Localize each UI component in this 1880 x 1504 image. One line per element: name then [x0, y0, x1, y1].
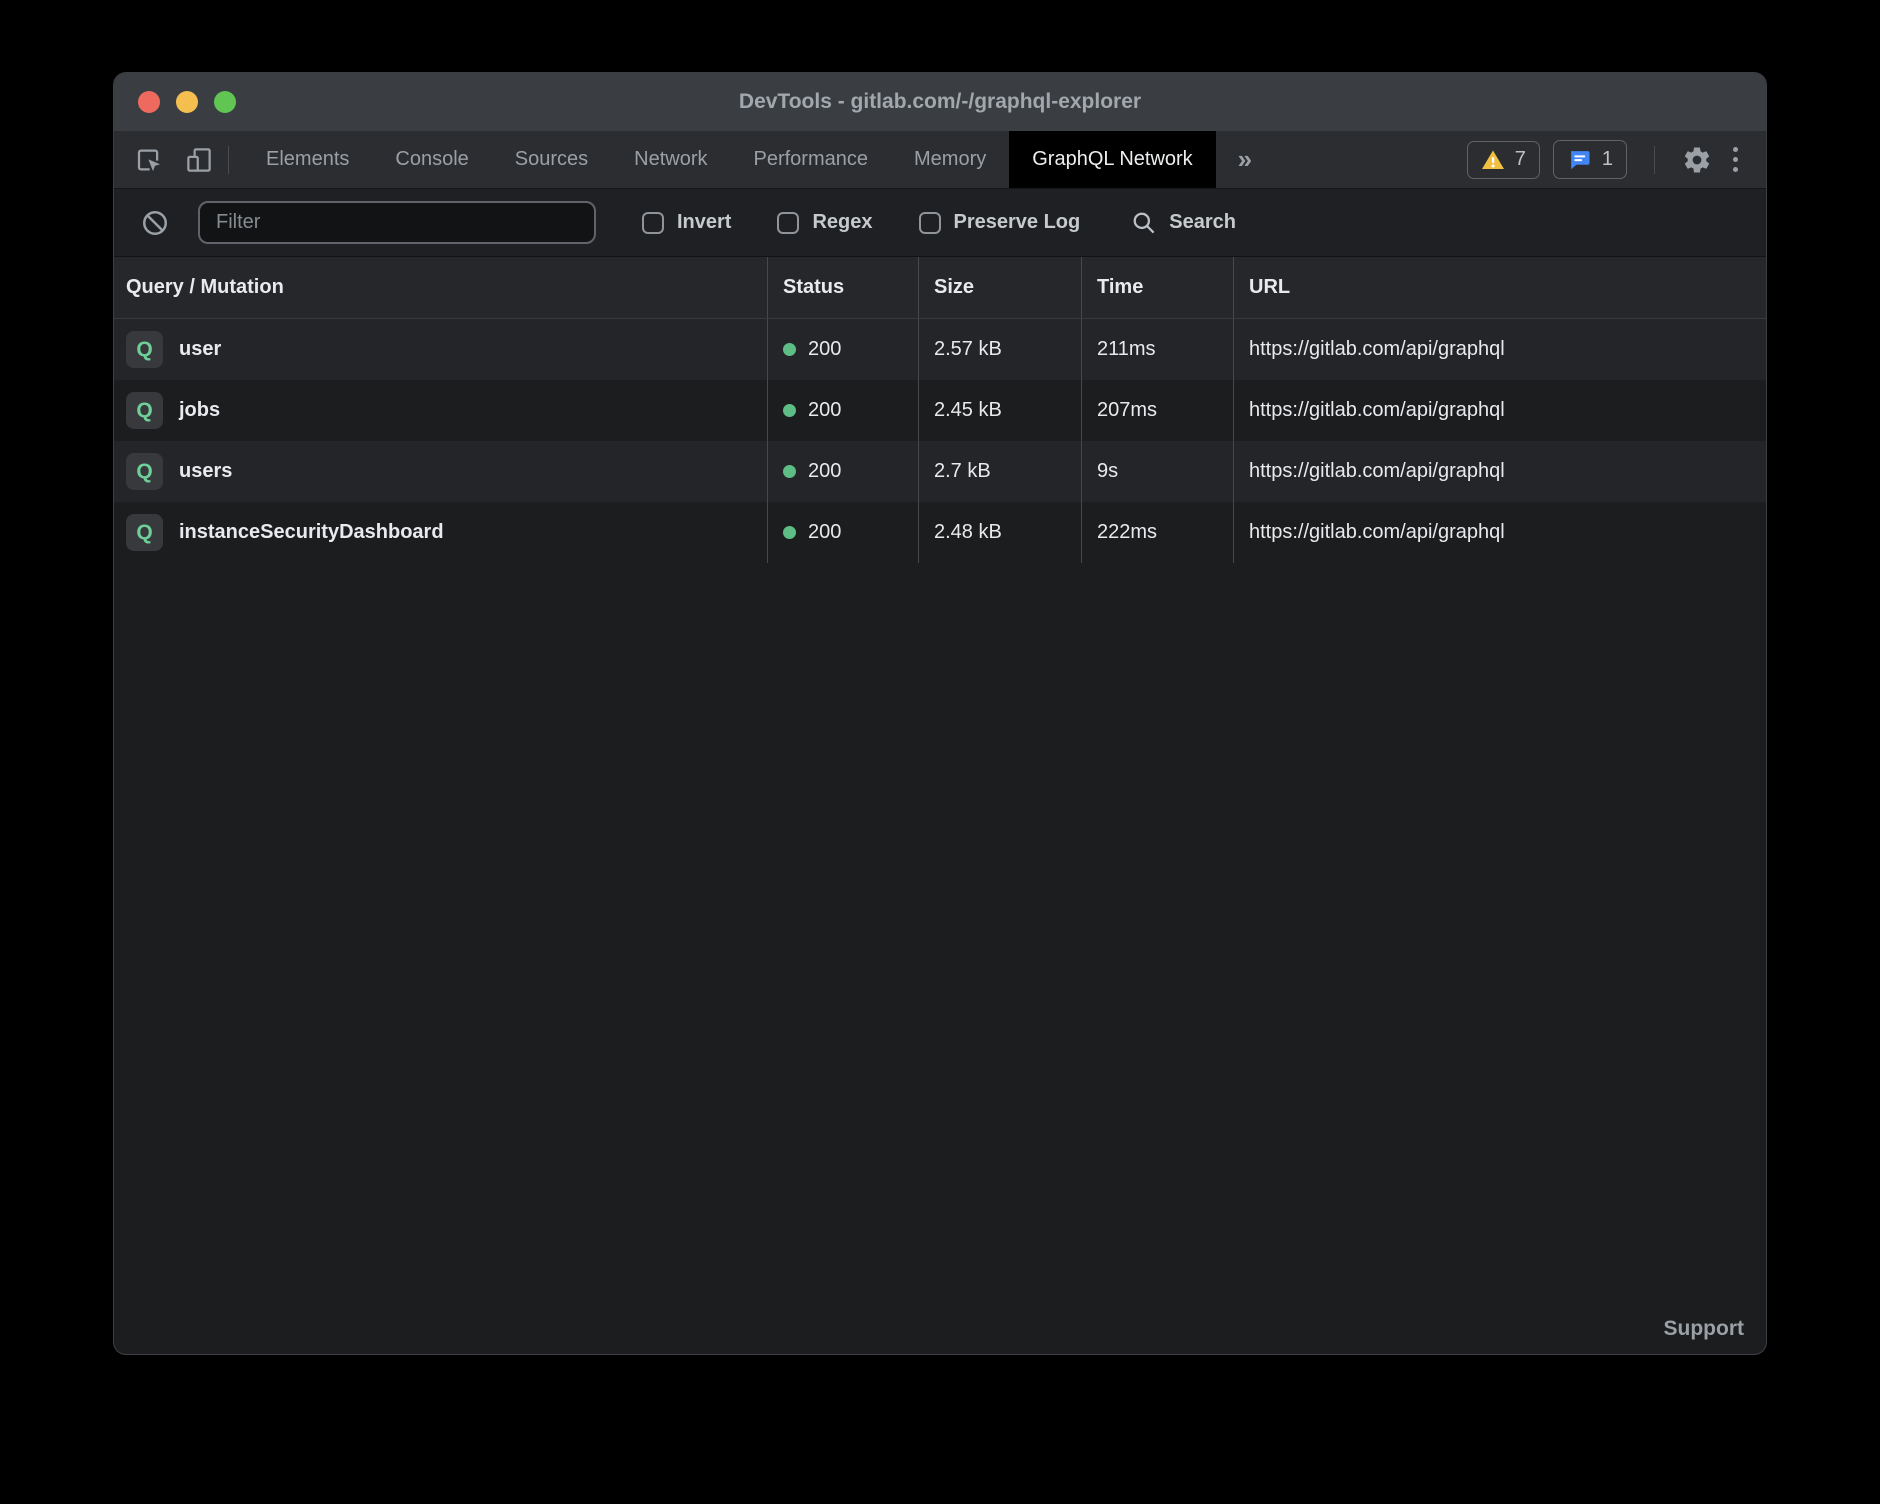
- status-code: 200: [808, 338, 841, 361]
- regex-checkbox-group: Regex: [777, 211, 872, 234]
- support-link[interactable]: Support: [1664, 1317, 1744, 1341]
- query-type-badge: Q: [126, 392, 163, 429]
- column-header-time[interactable]: Time: [1081, 257, 1233, 318]
- search-label: Search: [1169, 211, 1236, 234]
- preserve-log-checkbox[interactable]: [919, 212, 941, 234]
- close-window-button[interactable]: [138, 91, 160, 113]
- tab-elements[interactable]: Elements: [243, 131, 372, 188]
- column-header-query-mutation[interactable]: Query / Mutation: [114, 257, 767, 318]
- minimize-window-button[interactable]: [176, 91, 198, 113]
- query-name: instanceSecurityDashboard: [179, 521, 444, 544]
- zoom-window-button[interactable]: [214, 91, 236, 113]
- regex-checkbox[interactable]: [777, 212, 799, 234]
- tab-memory[interactable]: Memory: [891, 131, 1009, 188]
- devtools-window: DevTools - gitlab.com/-/graphql-explorer…: [113, 72, 1767, 1355]
- tab-network[interactable]: Network: [611, 131, 730, 188]
- toolbar-left-icons: [114, 131, 214, 188]
- status-ok-dot: [783, 404, 796, 417]
- issues-badge[interactable]: 1: [1553, 140, 1627, 179]
- invert-checkbox-group: Invert: [642, 211, 731, 234]
- response-size: 2.45 kB: [918, 380, 1081, 441]
- warnings-badge[interactable]: 7: [1467, 141, 1540, 179]
- gear-icon[interactable]: [1682, 145, 1712, 175]
- request-url: https://gitlab.com/api/graphql: [1233, 502, 1766, 563]
- toolbar-separator: [228, 146, 229, 174]
- status-code: 200: [808, 399, 841, 422]
- filter-input[interactable]: [198, 201, 596, 244]
- tab-sources[interactable]: Sources: [492, 131, 611, 188]
- titlebar: DevTools - gitlab.com/-/graphql-explorer: [114, 73, 1766, 131]
- search-control[interactable]: Search: [1130, 209, 1236, 236]
- invert-checkbox[interactable]: [642, 212, 664, 234]
- status-ok-dot: [783, 343, 796, 356]
- query-name: users: [179, 460, 232, 483]
- preserve-log-label: Preserve Log: [954, 211, 1081, 234]
- response-time: 211ms: [1081, 319, 1233, 380]
- window-title: DevTools - gitlab.com/-/graphql-explorer: [114, 90, 1766, 114]
- column-header-url[interactable]: URL: [1233, 257, 1766, 318]
- toolbar-separator: [1654, 146, 1655, 174]
- status-ok-dot: [783, 526, 796, 539]
- response-size: 2.7 kB: [918, 441, 1081, 502]
- response-time: 9s: [1081, 441, 1233, 502]
- tab-graphql-network[interactable]: GraphQL Network: [1009, 131, 1215, 188]
- query-name: user: [179, 338, 221, 361]
- table-row[interactable]: Q users 200 2.7 kB 9s https://gitlab.com…: [114, 441, 1766, 502]
- panel-tabs: Elements Console Sources Network Perform…: [243, 131, 1216, 188]
- column-header-status[interactable]: Status: [767, 257, 918, 318]
- invert-label: Invert: [677, 211, 731, 234]
- status-code: 200: [808, 521, 841, 544]
- query-type-badge: Q: [126, 331, 163, 368]
- table-row[interactable]: Q jobs 200 2.45 kB 207ms https://gitlab.…: [114, 380, 1766, 441]
- query-type-badge: Q: [126, 453, 163, 490]
- traffic-lights: [138, 73, 236, 131]
- request-url: https://gitlab.com/api/graphql: [1233, 319, 1766, 380]
- warnings-count: 7: [1515, 148, 1526, 171]
- devtools-tabbar: Elements Console Sources Network Perform…: [114, 131, 1766, 189]
- kebab-menu-icon[interactable]: [1725, 147, 1746, 172]
- tab-console[interactable]: Console: [372, 131, 491, 188]
- more-tabs-chevron-icon[interactable]: »: [1216, 131, 1272, 188]
- regex-label: Regex: [812, 211, 872, 234]
- warning-icon: [1481, 148, 1505, 172]
- toolbar-right-cluster: 7 1: [1467, 131, 1766, 188]
- response-time: 222ms: [1081, 502, 1233, 563]
- column-header-size[interactable]: Size: [918, 257, 1081, 318]
- device-toolbar-icon[interactable]: [184, 145, 214, 175]
- query-type-badge: Q: [126, 514, 163, 551]
- status-ok-dot: [783, 465, 796, 478]
- inspect-element-icon[interactable]: [134, 145, 164, 175]
- preserve-log-checkbox-group: Preserve Log: [919, 211, 1081, 234]
- search-icon: [1130, 209, 1157, 236]
- message-icon: [1567, 147, 1592, 172]
- table-header: Query / Mutation Status Size Time URL: [114, 257, 1766, 319]
- status-code: 200: [808, 460, 841, 483]
- block-icon[interactable]: [140, 208, 170, 238]
- tab-performance[interactable]: Performance: [731, 131, 892, 188]
- response-size: 2.57 kB: [918, 319, 1081, 380]
- issues-count: 1: [1602, 148, 1613, 171]
- request-url: https://gitlab.com/api/graphql: [1233, 380, 1766, 441]
- table-row[interactable]: Q instanceSecurityDashboard 200 2.48 kB …: [114, 502, 1766, 563]
- filter-bar: Invert Regex Preserve Log Search: [114, 189, 1766, 257]
- table-row[interactable]: Q user 200 2.57 kB 211ms https://gitlab.…: [114, 319, 1766, 380]
- response-time: 207ms: [1081, 380, 1233, 441]
- request-url: https://gitlab.com/api/graphql: [1233, 441, 1766, 502]
- query-name: jobs: [179, 399, 220, 422]
- response-size: 2.48 kB: [918, 502, 1081, 563]
